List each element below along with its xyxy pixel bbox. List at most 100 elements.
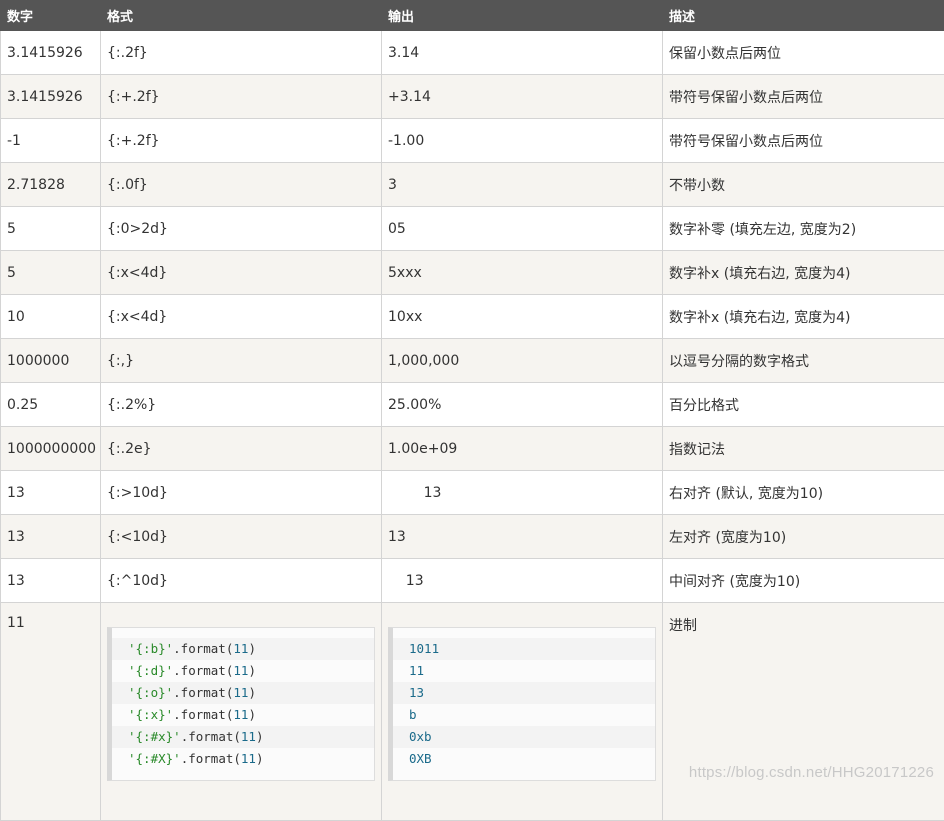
cell-number: 1000000000 bbox=[1, 427, 101, 471]
cell-output: 1,000,000 bbox=[382, 339, 663, 383]
code-block-formats: '{:b}'.format(11)'{:d}'.format(11)'{:o}'… bbox=[107, 627, 375, 781]
watermark: https://blog.csdn.net/HHG20171226 bbox=[689, 764, 934, 781]
code-token-arg: 11 bbox=[233, 685, 248, 700]
code-token-str: '{:b}' bbox=[128, 641, 173, 656]
table-row: -1{:+.2f}-1.00带符号保留小数点后两位 bbox=[1, 119, 944, 163]
cell-output: 10111113b0xb0XB bbox=[382, 603, 663, 821]
cell-output: 25.00% bbox=[382, 383, 663, 427]
cell-format: {:^10d} bbox=[101, 559, 382, 603]
cell-description: 右对齐 (默认, 宽度为10) bbox=[663, 471, 944, 515]
cell-description: 以逗号分隔的数字格式 bbox=[663, 339, 944, 383]
cell-number: 13 bbox=[1, 471, 101, 515]
code-line: '{:#x}'.format(11) bbox=[112, 726, 374, 748]
cell-description: 带符号保留小数点后两位 bbox=[663, 75, 944, 119]
cell-output: +3.14 bbox=[382, 75, 663, 119]
cell-format: {:.2e} bbox=[101, 427, 382, 471]
code-token-arg: 11 bbox=[233, 707, 248, 722]
cell-number: 5 bbox=[1, 207, 101, 251]
code-token-method: .format( bbox=[181, 751, 241, 766]
table-row: 5{:0>2d}05数字补零 (填充左边, 宽度为2) bbox=[1, 207, 944, 251]
cell-description: 指数记法 bbox=[663, 427, 944, 471]
cell-format: {:<10d} bbox=[101, 515, 382, 559]
code-token-str: '{:#X}' bbox=[128, 751, 181, 766]
code-output-line: b bbox=[393, 704, 655, 726]
code-token-close: ) bbox=[256, 751, 264, 766]
cell-number: -1 bbox=[1, 119, 101, 163]
cell-format: {:,} bbox=[101, 339, 382, 383]
code-token-close: ) bbox=[248, 641, 256, 656]
cell-format: {:+.2f} bbox=[101, 75, 382, 119]
cell-number: 1000000 bbox=[1, 339, 101, 383]
table-row: 13{:^10d} 13中间对齐 (宽度为10) bbox=[1, 559, 944, 603]
cell-number: 2.71828 bbox=[1, 163, 101, 207]
code-output-line: 1011 bbox=[393, 638, 655, 660]
code-token-method: .format( bbox=[173, 685, 233, 700]
table-row: 1000000{:,}1,000,000以逗号分隔的数字格式 bbox=[1, 339, 944, 383]
code-output-line: 13 bbox=[393, 682, 655, 704]
table-row: 13{:>10d} 13右对齐 (默认, 宽度为10) bbox=[1, 471, 944, 515]
cell-description: 数字补x (填充右边, 宽度为4) bbox=[663, 251, 944, 295]
table-row: 13{:<10d}13左对齐 (宽度为10) bbox=[1, 515, 944, 559]
cell-output: 13 bbox=[382, 559, 663, 603]
code-output-line: 11 bbox=[393, 660, 655, 682]
cell-number: 0.25 bbox=[1, 383, 101, 427]
table-row: 3.1415926{:+.2f}+3.14带符号保留小数点后两位 bbox=[1, 75, 944, 119]
cell-number: 5 bbox=[1, 251, 101, 295]
header-number: 数字 bbox=[1, 1, 101, 31]
code-token-str: '{:o}' bbox=[128, 685, 173, 700]
code-block-outputs: 10111113b0xb0XB bbox=[388, 627, 656, 781]
cell-format: {:x<4d} bbox=[101, 251, 382, 295]
table-row: 5{:x<4d}5xxx数字补x (填充右边, 宽度为4) bbox=[1, 251, 944, 295]
header-output: 输出 bbox=[382, 1, 663, 31]
cell-description: 不带小数 bbox=[663, 163, 944, 207]
cell-number: 13 bbox=[1, 515, 101, 559]
cell-output: 13 bbox=[382, 515, 663, 559]
code-token-method: .format( bbox=[181, 729, 241, 744]
header-format: 格式 bbox=[101, 1, 382, 31]
code-line: '{:#X}'.format(11) bbox=[112, 748, 374, 770]
cell-format: {:x<4d} bbox=[101, 295, 382, 339]
code-output-line: 0XB bbox=[393, 748, 655, 770]
cell-format: {:>10d} bbox=[101, 471, 382, 515]
cell-format: {:.2f} bbox=[101, 31, 382, 75]
format-table: 数字 格式 输出 描述 3.1415926{:.2f}3.14保留小数点后两位3… bbox=[0, 0, 944, 821]
cell-format: {:.0f} bbox=[101, 163, 382, 207]
cell-output: 3.14 bbox=[382, 31, 663, 75]
cell-number: 3.1415926 bbox=[1, 31, 101, 75]
code-token-method: .format( bbox=[173, 641, 233, 656]
cell-output: 13 bbox=[382, 471, 663, 515]
cell-description: 中间对齐 (宽度为10) bbox=[663, 559, 944, 603]
code-line: '{:x}'.format(11) bbox=[112, 704, 374, 726]
table-row: 3.1415926{:.2f}3.14保留小数点后两位 bbox=[1, 31, 944, 75]
code-line: '{:b}'.format(11) bbox=[112, 638, 374, 660]
code-token-str: '{:#x}' bbox=[128, 729, 181, 744]
cell-output: 5xxx bbox=[382, 251, 663, 295]
cell-description: 左对齐 (宽度为10) bbox=[663, 515, 944, 559]
code-line: '{:o}'.format(11) bbox=[112, 682, 374, 704]
cell-description: 百分比格式 bbox=[663, 383, 944, 427]
cell-number: 11 bbox=[1, 603, 101, 821]
code-token-close: ) bbox=[248, 685, 256, 700]
table-row: 2.71828{:.0f}3不带小数 bbox=[1, 163, 944, 207]
cell-description: 带符号保留小数点后两位 bbox=[663, 119, 944, 163]
cell-output: 05 bbox=[382, 207, 663, 251]
code-token-str: '{:d}' bbox=[128, 663, 173, 678]
code-line: '{:d}'.format(11) bbox=[112, 660, 374, 682]
code-token-close: ) bbox=[248, 707, 256, 722]
table-row: 10{:x<4d}10xx数字补x (填充右边, 宽度为4) bbox=[1, 295, 944, 339]
code-token-arg: 11 bbox=[241, 751, 256, 766]
code-token-method: .format( bbox=[173, 707, 233, 722]
code-token-arg: 11 bbox=[233, 663, 248, 678]
cell-format: '{:b}'.format(11)'{:d}'.format(11)'{:o}'… bbox=[101, 603, 382, 821]
table-row: 1000000000{:.2e}1.00e+09指数记法 bbox=[1, 427, 944, 471]
cell-number: 10 bbox=[1, 295, 101, 339]
cell-output: 1.00e+09 bbox=[382, 427, 663, 471]
cell-output: -1.00 bbox=[382, 119, 663, 163]
header-row: 数字 格式 输出 描述 bbox=[1, 1, 944, 31]
header-description: 描述 bbox=[663, 1, 944, 31]
code-token-close: ) bbox=[256, 729, 264, 744]
code-token-close: ) bbox=[248, 663, 256, 678]
code-token-arg: 11 bbox=[241, 729, 256, 744]
cell-output: 3 bbox=[382, 163, 663, 207]
cell-description: 保留小数点后两位 bbox=[663, 31, 944, 75]
